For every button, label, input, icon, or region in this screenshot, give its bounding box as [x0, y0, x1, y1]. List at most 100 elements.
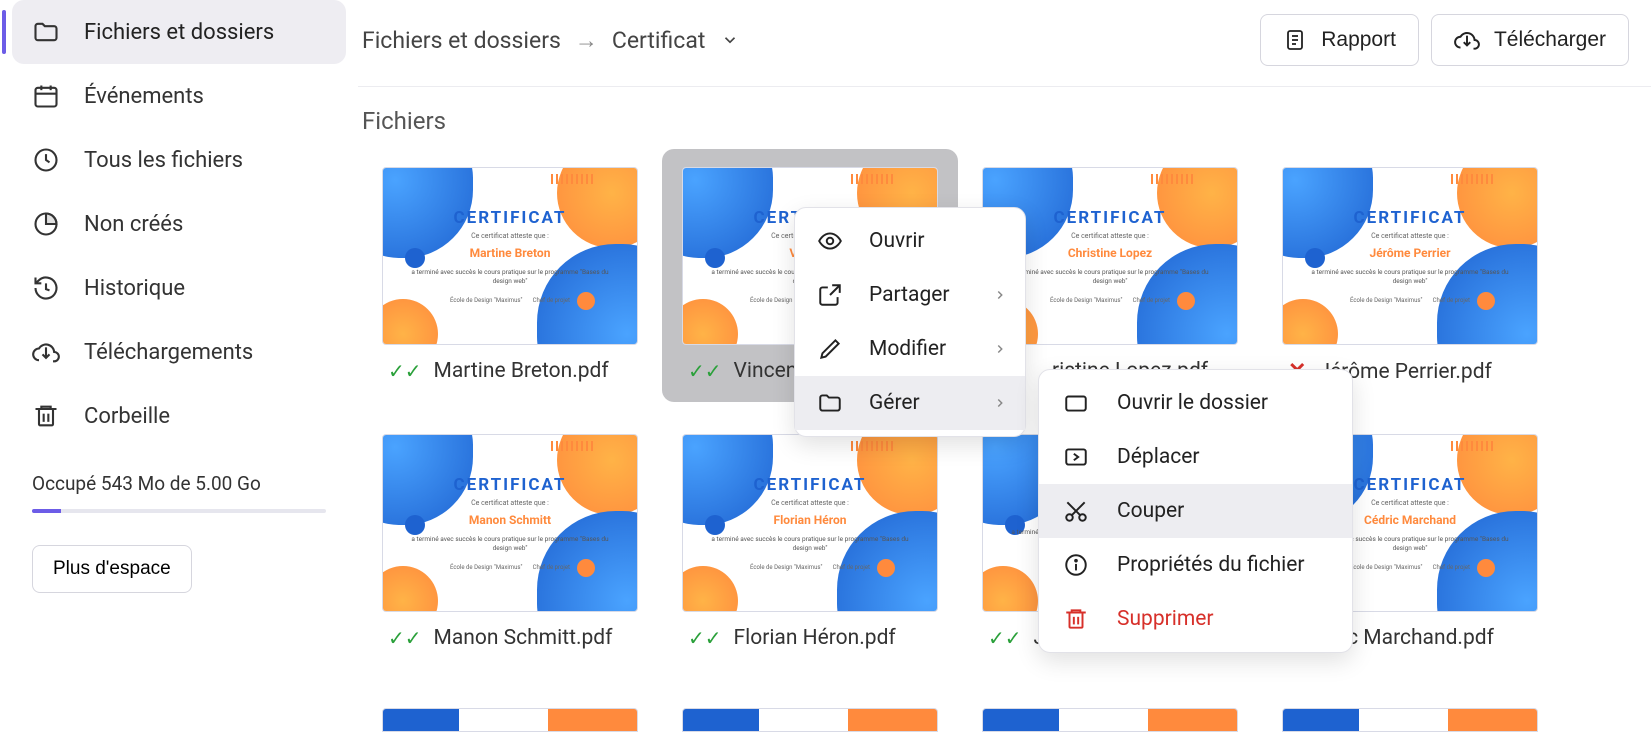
- menu-item-label: Gérer: [869, 391, 920, 415]
- info-icon: [1063, 552, 1089, 578]
- menu-item-label: Couper: [1117, 499, 1184, 523]
- file-card[interactable]: [1262, 672, 1558, 750]
- sidebar-item-trash[interactable]: Corbeille: [12, 384, 346, 448]
- menu-item-label: Supprimer: [1117, 607, 1214, 631]
- file-card[interactable]: [962, 672, 1258, 750]
- file-name: Florian Héron.pdf: [734, 626, 896, 650]
- pencil-icon: [817, 336, 843, 362]
- calendar-icon: [32, 82, 60, 110]
- storage-progress: [32, 509, 326, 513]
- menu-item-label: Ouvrir le dossier: [1117, 391, 1268, 415]
- more-space-button[interactable]: Plus d'espace: [32, 545, 192, 593]
- eye-icon: [817, 228, 843, 254]
- sidebar-item-label: Historique: [84, 276, 185, 301]
- chevron-right-icon: [993, 288, 1007, 302]
- submenu-item-delete[interactable]: Supprimer: [1039, 592, 1352, 646]
- certificate-thumbnail-partial: [382, 708, 638, 732]
- sidebar-item-label: Téléchargements: [84, 340, 253, 365]
- folder-icon: [817, 390, 843, 416]
- submenu-item-open-folder[interactable]: Ouvrir le dossier: [1039, 376, 1352, 430]
- sidebar-item-label: Tous les fichiers: [84, 148, 243, 173]
- certificate-thumbnail: CERTIFICAT Ce certificat atteste que : J…: [1282, 167, 1538, 345]
- storage-text: Occupé 543 Mo de 5.00 Go: [32, 472, 326, 495]
- sidebar-item-all-files[interactable]: Tous les fichiers: [12, 128, 346, 192]
- download-button[interactable]: Télécharger: [1431, 14, 1629, 66]
- breadcrumb-current[interactable]: Certificat: [612, 27, 705, 54]
- arrow-right-icon: →: [575, 27, 598, 54]
- menu-item-edit[interactable]: Modifier: [795, 322, 1025, 376]
- pie-icon: [32, 210, 60, 238]
- sidebar-item-label: Corbeille: [84, 404, 170, 429]
- submenu-item-cut[interactable]: Couper: [1039, 484, 1352, 538]
- folder-icon: [32, 18, 60, 46]
- file-name: ic Marchand.pdf: [1342, 626, 1494, 650]
- share-icon: [817, 282, 843, 308]
- chevron-right-icon: [993, 342, 1007, 356]
- chevron-down-icon[interactable]: [721, 31, 739, 49]
- report-label: Rapport: [1321, 28, 1396, 52]
- sidebar-item-label: Événements: [84, 84, 204, 109]
- context-menu: Ouvrir Partager Modifier Gérer: [794, 207, 1026, 437]
- submenu-item-properties[interactable]: Propriétés du fichier: [1039, 538, 1352, 592]
- file-name: Martine Breton.pdf: [434, 359, 609, 383]
- section-title: Fichiers: [358, 87, 1651, 149]
- menu-item-label: Déplacer: [1117, 445, 1199, 469]
- sidebar-item-not-created[interactable]: Non créés: [12, 192, 346, 256]
- file-card[interactable]: CERTIFICAT Ce certificat atteste que : F…: [662, 416, 958, 668]
- trash-icon: [1063, 606, 1089, 632]
- topbar: Fichiers et dossiers → Certificat Rappor…: [358, 0, 1651, 87]
- sidebar-item-files-folders[interactable]: Fichiers et dossiers: [12, 0, 346, 64]
- file-card[interactable]: CERTIFICAT Ce certificat atteste que : M…: [362, 416, 658, 668]
- download-icon: [32, 338, 60, 366]
- menu-item-label: Partager: [869, 283, 950, 307]
- sidebar-item-downloads[interactable]: Téléchargements: [12, 320, 346, 384]
- certificate-thumbnail: CERTIFICAT Ce certificat atteste que : F…: [682, 434, 938, 612]
- file-card[interactable]: CERTIFICAT Ce certificat atteste que : J…: [1262, 149, 1558, 402]
- status-ok-icon: ✓✓: [688, 626, 722, 650]
- sidebar-item-label: Fichiers et dossiers: [84, 20, 274, 45]
- trash-icon: [32, 402, 60, 430]
- menu-item-label: Propriétés du fichier: [1117, 553, 1305, 577]
- folder-outline-icon: [1063, 390, 1089, 416]
- move-icon: [1063, 444, 1089, 470]
- storage-info: Occupé 543 Mo de 5.00 Go: [12, 448, 346, 523]
- file-card[interactable]: [362, 672, 658, 750]
- menu-item-label: Ouvrir: [869, 229, 925, 253]
- submenu-manage: Ouvrir le dossier Déplacer Couper Propri…: [1038, 369, 1353, 653]
- certificate-thumbnail-partial: [682, 708, 938, 732]
- cut-icon: [1063, 498, 1089, 524]
- menu-item-share[interactable]: Partager: [795, 268, 1025, 322]
- menu-item-manage[interactable]: Gérer: [795, 376, 1025, 430]
- clock-icon: [32, 146, 60, 174]
- breadcrumb[interactable]: Fichiers et dossiers → Certificat: [362, 27, 739, 54]
- file-grid-partial: [358, 672, 1651, 750]
- sidebar-item-history[interactable]: Historique: [12, 256, 346, 320]
- main: Fichiers et dossiers → Certificat Rappor…: [358, 0, 1651, 711]
- certificate-thumbnail-partial: [1282, 708, 1538, 732]
- file-name: Manon Schmitt.pdf: [434, 626, 613, 650]
- certificate-thumbnail: CERTIFICAT Ce certificat atteste que : M…: [382, 167, 638, 345]
- submenu-item-move[interactable]: Déplacer: [1039, 430, 1352, 484]
- sidebar-item-events[interactable]: Événements: [12, 64, 346, 128]
- sidebar: Fichiers et dossiers Événements Tous les…: [0, 0, 358, 711]
- breadcrumb-root[interactable]: Fichiers et dossiers: [362, 27, 561, 54]
- top-actions: Rapport Télécharger: [1260, 14, 1629, 66]
- report-icon: [1283, 28, 1307, 52]
- file-card[interactable]: [662, 672, 958, 750]
- status-ok-icon: ✓✓: [388, 626, 422, 650]
- chevron-right-icon: [993, 396, 1007, 410]
- download-icon: [1454, 27, 1480, 53]
- status-ok-icon: ✓✓: [988, 626, 1022, 650]
- certificate-thumbnail: CERTIFICAT Ce certificat atteste que : M…: [382, 434, 638, 612]
- menu-item-label: Modifier: [869, 337, 946, 361]
- file-card[interactable]: CERTIFICAT Ce certificat atteste que : M…: [362, 149, 658, 402]
- certificate-thumbnail-partial: [982, 708, 1238, 732]
- status-ok-icon: ✓✓: [388, 359, 422, 383]
- download-label: Télécharger: [1494, 28, 1606, 52]
- menu-item-open[interactable]: Ouvrir: [795, 214, 1025, 268]
- status-ok-icon: ✓✓: [688, 359, 722, 383]
- history-icon: [32, 274, 60, 302]
- sidebar-item-label: Non créés: [84, 212, 183, 237]
- storage-progress-fill: [32, 509, 61, 513]
- report-button[interactable]: Rapport: [1260, 14, 1419, 66]
